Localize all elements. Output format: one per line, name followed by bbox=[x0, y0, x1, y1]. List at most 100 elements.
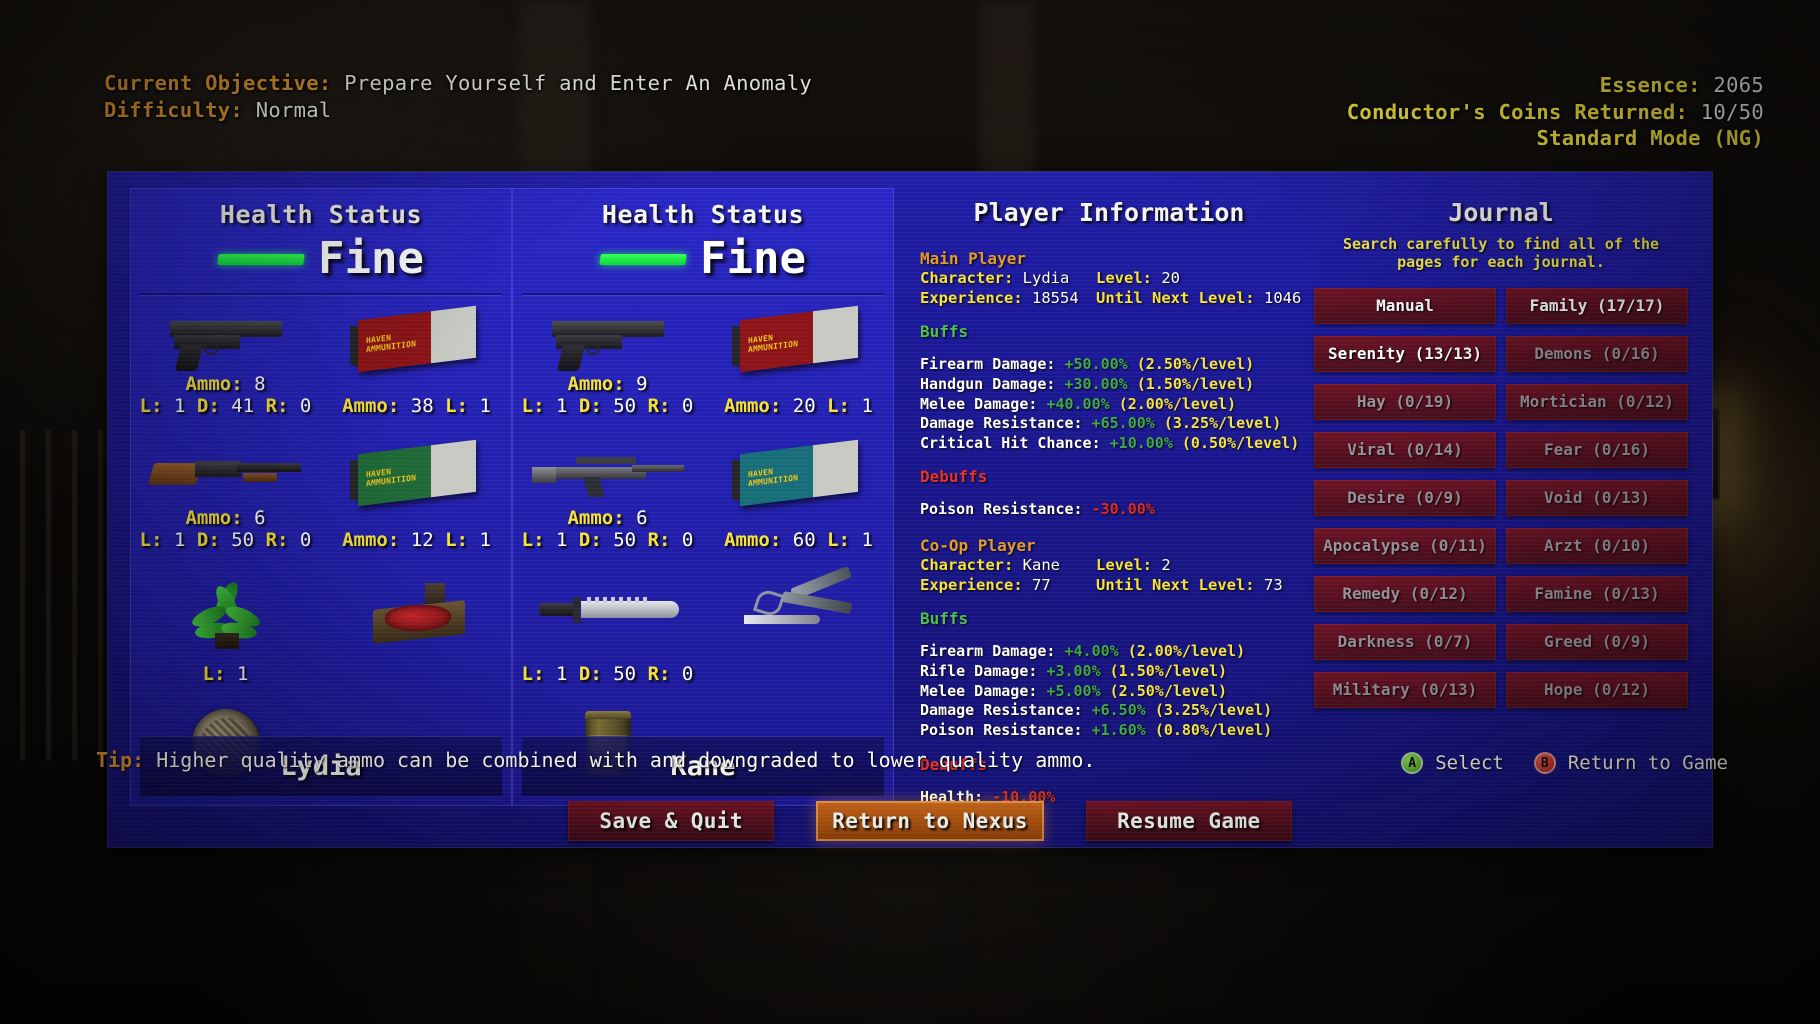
experience-row: Experience: 77 Until Next Level: 73 bbox=[920, 576, 1283, 595]
ammo-box-red-icon: HAVEN AMMUNITION bbox=[349, 305, 476, 373]
stat-name: Handgun Damage: bbox=[920, 374, 1056, 393]
journal-entry[interactable]: Hay (0/19) bbox=[1314, 383, 1496, 420]
stat-row: Firearm Damage: +50.00% (2.50%/level) bbox=[920, 355, 1304, 375]
meat-icon bbox=[369, 583, 465, 645]
controller-hint-label: Select bbox=[1435, 752, 1504, 774]
inventory-slot-art bbox=[130, 439, 321, 513]
health-bar-icon bbox=[599, 253, 687, 265]
inventory-slot-stats: L: 1 bbox=[202, 663, 249, 685]
journal-entry[interactable]: Apocalypse (0/11) bbox=[1314, 527, 1496, 564]
inventory-slot[interactable]: L: 1 D: 50 R: 0 bbox=[512, 569, 703, 701]
journal-title: Journal bbox=[1448, 198, 1554, 227]
divider bbox=[140, 293, 502, 295]
journal-entry[interactable]: Demons (0/16) bbox=[1506, 335, 1688, 372]
difficulty-label: Difficulty: bbox=[104, 98, 244, 123]
stat-row: Poison Resistance: +1.60% (0.80%/level) bbox=[920, 721, 1304, 741]
stat-amount: +1.60% bbox=[1091, 720, 1146, 739]
journal-entry[interactable]: Remedy (0/12) bbox=[1314, 575, 1496, 612]
objective-block: Current Objective: Prepare Yourself and … bbox=[104, 70, 812, 124]
inventory-slot-stats: Ammo: 9 L: 1 D: 50 R: 0 bbox=[521, 373, 694, 417]
stat-row: Damage Resistance: +65.00% (3.25%/level) bbox=[920, 414, 1304, 434]
inventory-slot-stats: Ammo: 12 L: 1 bbox=[342, 529, 491, 551]
inventory-slot[interactable]: HAVEN AMMUNITION Ammo: 12 L: 1 bbox=[321, 435, 512, 567]
inventory-slot[interactable]: Ammo: 9 L: 1 D: 50 R: 0 bbox=[512, 301, 703, 433]
divider bbox=[522, 293, 884, 295]
journal-entry[interactable]: Mortician (0/12) bbox=[1506, 383, 1688, 420]
inventory-panel-lydia[interactable]: Health Status Fine Ammo: 8 L: 1 D: 41 R: 0H… bbox=[130, 188, 512, 806]
plant-icon bbox=[189, 579, 263, 649]
ammo-box-red-icon: HAVEN AMMUNITION bbox=[731, 305, 858, 373]
inventory-slot-art bbox=[130, 305, 321, 379]
stat-amount: +4.00% bbox=[1064, 642, 1119, 661]
debuffs-heading: Debuffs bbox=[920, 467, 988, 487]
journal-entry[interactable]: Military (0/13) bbox=[1314, 671, 1496, 708]
inventory-slot[interactable]: HAVEN AMMUNITION Ammo: 20 L: 1 bbox=[703, 301, 894, 433]
coins-value: 10/50 bbox=[1700, 99, 1764, 124]
tip-label: Tip: bbox=[96, 748, 145, 772]
journal-entry[interactable]: Famine (0/13) bbox=[1506, 575, 1688, 612]
stat-name: Damage Resistance: bbox=[920, 701, 1083, 720]
stat-per-level: (2.50%/level) bbox=[1136, 355, 1255, 374]
inventory-slot[interactable]: Ammo: 6 L: 1 D: 50 R: 0 bbox=[512, 435, 703, 567]
player-information-title: Player Information bbox=[973, 198, 1245, 227]
character-level-row: Character: Lydia Level: 20 bbox=[920, 269, 1181, 287]
controller-hint: A Select bbox=[1401, 752, 1504, 774]
stat-row: Firearm Damage: +4.00% (2.00%/level) bbox=[920, 642, 1304, 662]
stat-name: Poison Resistance: bbox=[920, 720, 1083, 739]
ammo-box-teal-icon: HAVEN AMMUNITION bbox=[731, 439, 858, 507]
journal-entry[interactable]: Manual bbox=[1314, 287, 1496, 324]
stat-row: Melee Damage: +5.00% (2.50%/level) bbox=[920, 682, 1304, 702]
inventory-slot[interactable]: L: 1 bbox=[130, 569, 321, 701]
inventory-slot[interactable] bbox=[321, 569, 512, 701]
stat-name: Melee Damage: bbox=[920, 394, 1038, 413]
stat-name: Firearm Damage: bbox=[920, 355, 1056, 374]
journal-entry[interactable]: Fear (0/16) bbox=[1506, 431, 1688, 468]
inventory-slot-art: HAVEN AMMUNITION bbox=[703, 439, 894, 513]
stat-row: Critical Hit Chance: +10.00% (0.50%/leve… bbox=[920, 434, 1304, 454]
stat-name: Rifle Damage: bbox=[920, 662, 1038, 681]
inventory-slot-art bbox=[130, 573, 321, 649]
journal-panel: Journal Search carefully to find all of … bbox=[1308, 188, 1694, 806]
player-group-title: Co-Op Player bbox=[920, 536, 1036, 556]
stat-amount: +30.00% bbox=[1064, 374, 1128, 393]
stat-amount: +40.00% bbox=[1046, 394, 1110, 413]
controller-hint-label: Return to Game bbox=[1567, 752, 1728, 774]
journal-entry[interactable]: Darkness (0/7) bbox=[1314, 623, 1496, 660]
stat-name: Melee Damage: bbox=[920, 681, 1038, 700]
debuffs-list: Poison Resistance: -30.00% bbox=[920, 500, 1304, 520]
stat-per-level: (3.25%/level) bbox=[1163, 414, 1282, 433]
inventory-slot[interactable]: HAVEN AMMUNITION Ammo: 38 L: 1 bbox=[321, 301, 512, 433]
stat-per-level: (2.50%/level) bbox=[1109, 681, 1228, 700]
journal-grid: Manual Family (17/17) Serenity (13/13) Demo… bbox=[1308, 287, 1694, 708]
buffs-list: Firearm Damage: +4.00% (2.00%/level) Rifl… bbox=[920, 642, 1304, 740]
resume-game-button[interactable]: Resume Game bbox=[1085, 801, 1292, 841]
inventory-panel-kane[interactable]: Health Status Fine Ammo: 9 L: 1 D: 50 R: 0H… bbox=[512, 188, 894, 806]
button-a-icon: A bbox=[1401, 752, 1424, 774]
journal-entry[interactable]: Serenity (13/13) bbox=[1314, 335, 1496, 372]
coins-line: Conductor's Coins Returned: 10/50 bbox=[1347, 99, 1764, 126]
inventory-grid: Ammo: 8 L: 1 D: 41 R: 0 HAVEN AMMUNITION Amm… bbox=[130, 301, 512, 777]
pistol-icon bbox=[551, 319, 664, 371]
save-quit-button[interactable]: Save & Quit bbox=[568, 801, 775, 841]
journal-entry[interactable]: Hope (0/12) bbox=[1506, 671, 1688, 708]
inventory-slot[interactable]: Ammo: 8 L: 1 D: 41 R: 0 bbox=[130, 301, 321, 433]
journal-entry[interactable]: Void (0/13) bbox=[1506, 479, 1688, 516]
journal-entry[interactable]: Viral (0/14) bbox=[1314, 431, 1496, 468]
stat-row: Damage Resistance: +6.50% (3.25%/level) bbox=[920, 701, 1304, 721]
inventory-slot-stats: L: 1 D: 50 R: 0 bbox=[521, 663, 694, 685]
journal-entry[interactable]: Family (17/17) bbox=[1506, 287, 1688, 324]
inventory-slot[interactable] bbox=[703, 565, 894, 701]
return-to-nexus-button[interactable]: Return to Nexus bbox=[816, 801, 1044, 841]
tools-icon bbox=[738, 565, 860, 643]
inventory-grid: Ammo: 9 L: 1 D: 50 R: 0 HAVEN AMMUNITION Amm… bbox=[512, 301, 894, 777]
journal-entry[interactable]: Greed (0/9) bbox=[1506, 623, 1688, 660]
journal-entry[interactable]: Arzt (0/10) bbox=[1506, 527, 1688, 564]
action-button-row: Save & Quit Return to Nexus Resume Game bbox=[108, 801, 1712, 841]
inventory-slot-stats: Ammo: 6 L: 1 D: 50 R: 0 bbox=[521, 507, 694, 551]
inventory-slot-art: HAVEN AMMUNITION bbox=[321, 439, 512, 513]
inventory-slot[interactable]: HAVEN AMMUNITION Ammo: 60 L: 1 bbox=[703, 435, 894, 567]
journal-entry[interactable]: Desire (0/9) bbox=[1314, 479, 1496, 516]
inventory-slot[interactable]: Ammo: 6 L: 1 D: 50 R: 0 bbox=[130, 435, 321, 567]
inventory-slot-art: HAVEN AMMUNITION bbox=[321, 305, 512, 379]
rifle-icon bbox=[531, 453, 684, 499]
